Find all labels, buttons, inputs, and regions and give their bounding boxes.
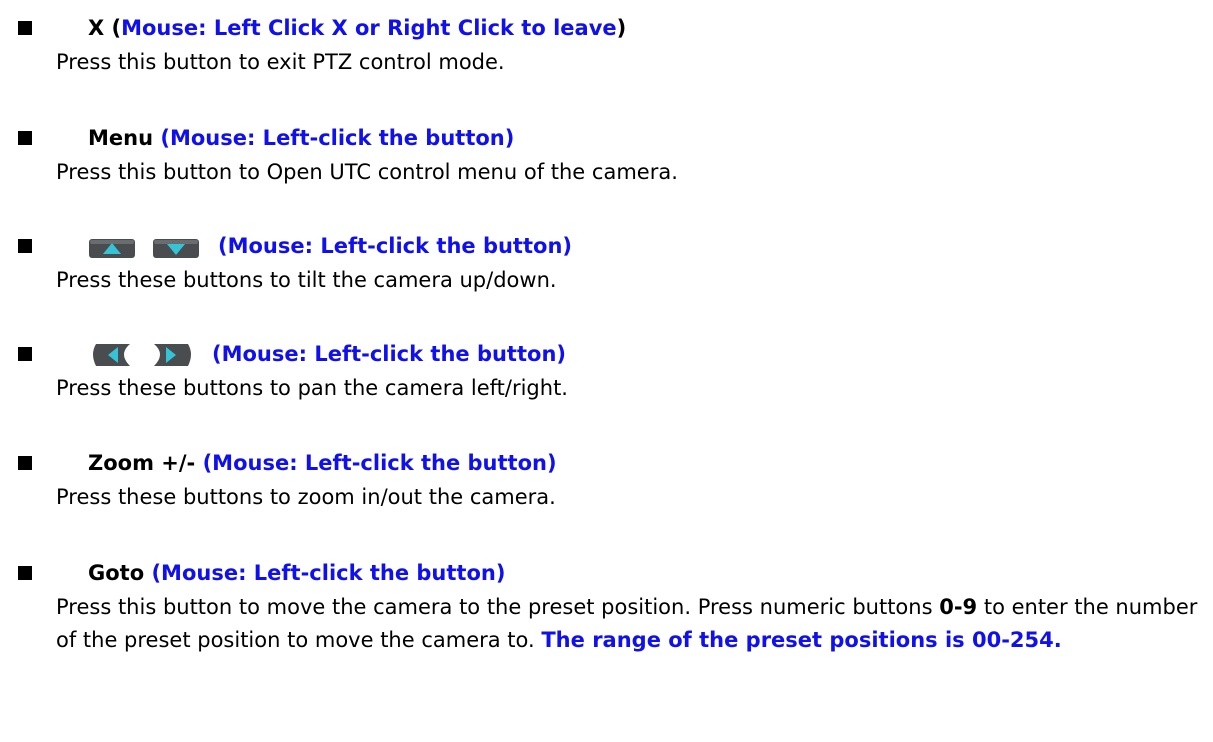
bullet-square-icon [18,239,32,253]
section-heading: (Mouse: Left-click the button) [0,230,1213,262]
heading-text: Zoom +/- (Mouse: Left-click the button) [88,450,557,476]
tilt-down-icon [153,239,199,258]
section-heading: Menu (Mouse: Left-click the button) [0,122,1213,154]
heading-mouse-hint: Mouse: Left Click X or Right Click to le… [121,16,617,40]
description-text: Press this button to move the camera to … [56,595,940,619]
document-page: X (Mouse: Left Click X or Right Click to… [0,0,1213,742]
bullet-square-icon [18,456,32,470]
heading-text: (Mouse: Left-click the button) [212,341,566,367]
bullet-square-icon [18,21,32,35]
section-heading: Zoom +/- (Mouse: Left-click the button) [0,447,1213,479]
heading-close-paren: ) [616,16,627,40]
heading-text: Goto (Mouse: Left-click the button) [88,560,505,586]
heading-key: X ( [88,16,122,40]
heading-mouse-hint: (Mouse: Left-click the button) [202,451,557,475]
heading-text: (Mouse: Left-click the button) [218,233,572,259]
bullet-square-icon [18,566,32,580]
bullet-square-icon [18,347,32,361]
heading-text: Menu (Mouse: Left-click the button) [88,125,514,151]
heading-key: Zoom +/- [88,451,203,475]
section-description: Press this button to exit PTZ control mo… [56,50,505,74]
section-heading: X (Mouse: Left Click X or Right Click to… [0,12,1213,44]
heading-mouse-hint: (Mouse: Left-click the button) [151,561,506,585]
section-description: Press these buttons to zoom in/out the c… [56,485,556,509]
section-heading: (Mouse: Left-click the button) [0,338,1213,370]
tilt-up-icon [89,239,135,258]
pan-left-icon [93,344,130,366]
heading-mouse-hint: (Mouse: Left-click the button) [218,234,572,258]
description-preset-range: The range of the preset positions is 00-… [541,628,1062,652]
heading-key: Goto [88,561,152,585]
bullet-square-icon [18,131,32,145]
section-description: Press this button to Open UTC control me… [56,160,678,184]
section-description: Press these buttons to tilt the camera u… [56,268,557,292]
heading-key: Menu [88,126,161,150]
section-heading: Goto (Mouse: Left-click the button) [0,557,1213,589]
heading-mouse-hint: (Mouse: Left-click the button) [160,126,515,150]
section-description: Press these buttons to pan the camera le… [56,376,568,400]
heading-mouse-hint: (Mouse: Left-click the button) [212,342,566,366]
description-digit-range: 0-9 [939,595,978,619]
pan-right-icon [154,344,191,366]
heading-text: X (Mouse: Left Click X or Right Click to… [88,15,626,41]
section-description: Press this button to move the camera to … [56,591,1204,657]
